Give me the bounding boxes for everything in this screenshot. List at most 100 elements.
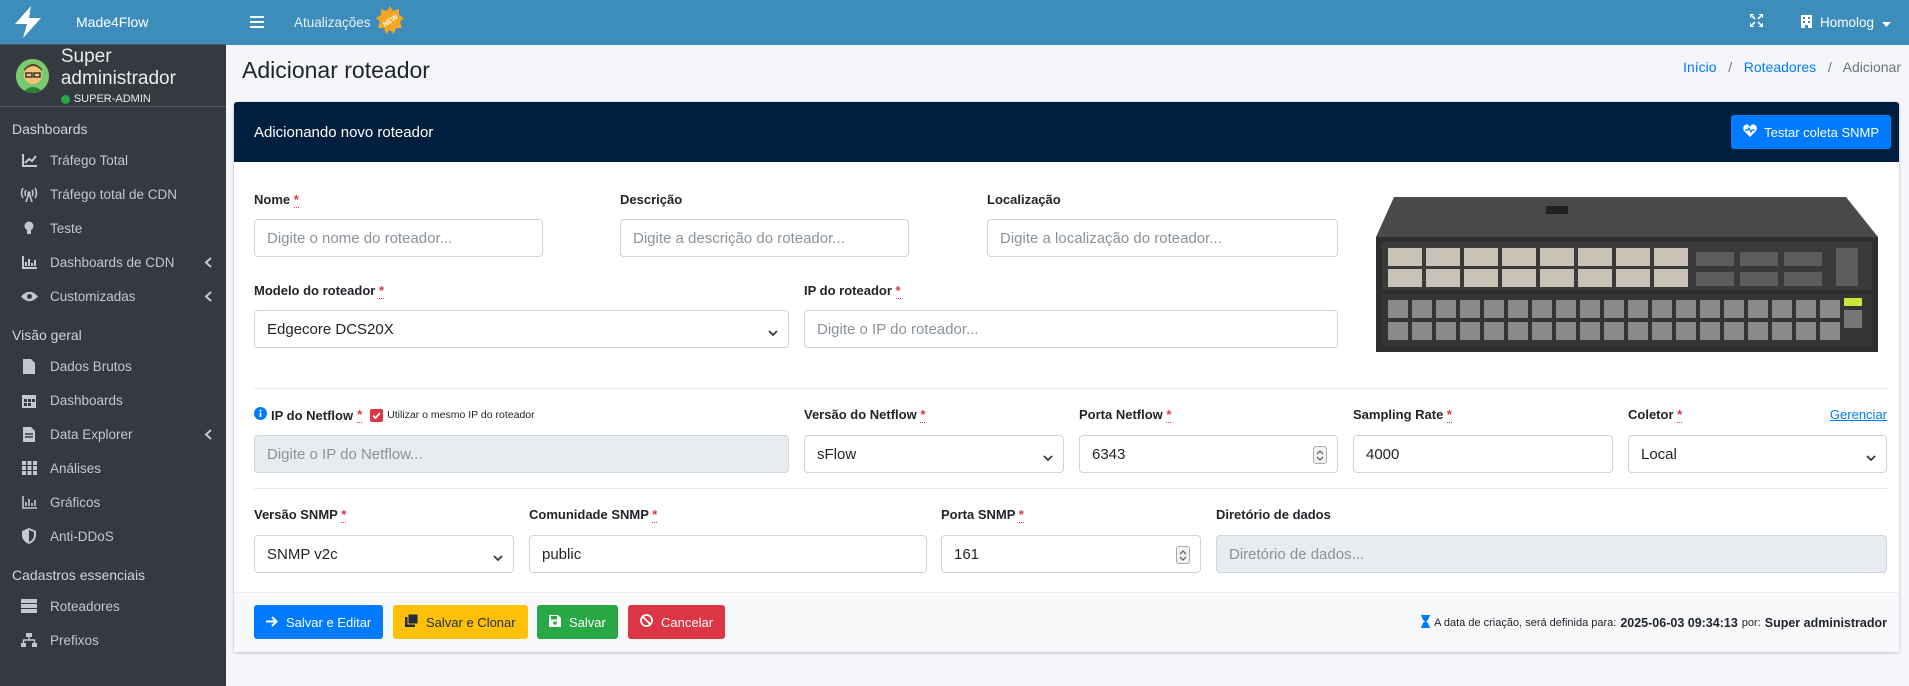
sidebar-item-label: Data Explorer: [50, 426, 133, 442]
router-image: [1356, 192, 1887, 362]
sidebar-item-customizadas[interactable]: Customizadas: [0, 279, 226, 313]
creation-by-text: por:: [1741, 617, 1761, 629]
snmp-port-label-text: Porta SNMP: [941, 507, 1016, 522]
sidebar-item-graficos[interactable]: Gráficos: [0, 485, 226, 519]
sidebar: Made4Flow Super administrador SUPER-ADMI…: [0, 0, 226, 686]
creation-datetime: 2025-06-03 09:34:13: [1620, 616, 1738, 630]
number-spinner-icon[interactable]: [1176, 546, 1190, 564]
chart-line-icon: [20, 151, 38, 169]
th-icon: [20, 459, 38, 477]
collector-select[interactable]: Local: [1628, 435, 1887, 473]
sidebar-item-label: Gráficos: [50, 494, 101, 510]
same-ip-checkbox[interactable]: [370, 408, 384, 422]
router-form-card: Adicionando novo roteador Testar coleta …: [234, 102, 1899, 652]
name-input[interactable]: Digite o nome do roteador...: [254, 219, 543, 257]
location-input[interactable]: Digite a localização do roteador...: [987, 219, 1338, 257]
sidebar-item-dashboards[interactable]: Dashboards: [0, 383, 226, 417]
required-mark: *: [293, 192, 299, 208]
sampling-label: Sampling Rate *: [1353, 407, 1452, 423]
sidebar-item-prefixos[interactable]: Prefixos: [0, 623, 226, 657]
netflow-port-label-text: Porta Netflow: [1079, 407, 1163, 422]
brand[interactable]: Made4Flow: [0, 0, 226, 45]
breadcrumb-separator: /: [1720, 59, 1740, 75]
cancel-button[interactable]: Cancelar: [628, 605, 726, 639]
chevron-left-icon: [204, 256, 212, 271]
required-mark: *: [652, 507, 658, 523]
broadcast-tower-icon: [20, 185, 38, 203]
test-snmp-button[interactable]: Testar coleta SNMP: [1731, 115, 1891, 149]
sampling-input[interactable]: 4000: [1353, 435, 1613, 473]
snmp-port-input[interactable]: 161: [941, 535, 1201, 573]
user-role: SUPER-ADMIN: [60, 93, 226, 105]
chevron-down-icon: [1866, 449, 1876, 466]
lightbulb-icon: [20, 219, 38, 237]
model-select[interactable]: Edgecore DCS20X: [254, 310, 789, 348]
brand-logo-icon: [10, 4, 46, 40]
updates-label: Atualizações: [294, 15, 371, 30]
sidebar-item-dashboards-cdn[interactable]: Dashboards de CDN: [0, 245, 226, 279]
sidebar-item-trafego-cdn[interactable]: Tráfego total de CDN: [0, 177, 226, 211]
number-spinner-icon[interactable]: [1313, 446, 1327, 464]
fullscreen-icon[interactable]: [1749, 12, 1764, 32]
snmp-port-value: 161: [954, 545, 980, 563]
netflow-version-select[interactable]: sFlow: [804, 435, 1064, 473]
updates-link[interactable]: Atualizações NEW: [294, 5, 405, 35]
same-ip-checkbox-label[interactable]: Utilizar o mesmo IP do roteador: [387, 409, 534, 421]
ip-label: IP do roteador *: [804, 283, 901, 299]
chart-bar-icon: [20, 493, 38, 511]
avatar[interactable]: [16, 58, 49, 93]
sidebar-item-analises[interactable]: Análises: [0, 451, 226, 485]
netflow-ip-label: IP do Netflow * Utilizar o mesmo IP do r…: [254, 407, 535, 423]
netflow-ip-input[interactable]: Digite o IP do Netflow...: [254, 435, 789, 473]
sidebar-item-label: Análises: [50, 460, 102, 476]
sidebar-item-data-explorer[interactable]: Data Explorer: [0, 417, 226, 451]
ip-input[interactable]: Digite o IP do roteador...: [804, 310, 1338, 348]
save-clone-button[interactable]: Salvar e Clonar: [393, 605, 528, 639]
breadcrumb: Início / Roteadores / Adicionar: [1683, 59, 1901, 75]
arrow-right-icon: [266, 615, 278, 630]
sidebar-item-label: Tráfego Total: [50, 152, 129, 168]
sidebar-item-anti-ddos[interactable]: Anti-DDoS: [0, 519, 226, 553]
sidebar-item-label: Teste: [50, 220, 83, 236]
sidebar-item-roteadores[interactable]: Roteadores: [0, 589, 226, 623]
clone-icon: [405, 613, 419, 630]
required-mark: *: [895, 283, 901, 299]
data-dir-input[interactable]: Diretório de dados...: [1216, 535, 1887, 573]
description-input[interactable]: Digite a descrição do roteador...: [620, 219, 909, 257]
netflow-port-input[interactable]: 6343: [1079, 435, 1338, 473]
required-mark: *: [1677, 407, 1683, 423]
hourglass-icon: [1421, 615, 1431, 631]
sidebar-item-trafego-total[interactable]: Tráfego Total: [0, 143, 226, 177]
environment-dropdown[interactable]: Homolog: [1800, 14, 1891, 31]
save-button[interactable]: Salvar: [537, 605, 618, 639]
sidebar-item-label: Dados Brutos: [50, 358, 132, 374]
sidebar-item-label: Prefixos: [50, 632, 99, 648]
info-circle-icon[interactable]: [254, 407, 267, 423]
sidebar-item-label: Dashboards de CDN: [50, 254, 175, 270]
snmp-community-label-text: Comunidade SNMP: [529, 507, 649, 522]
topbar: Atualizações NEW Homolog: [226, 0, 1909, 45]
sidebar-item-dados-brutos[interactable]: Dados Brutos: [0, 349, 226, 383]
breadcrumb-roteadores[interactable]: Roteadores: [1744, 59, 1816, 75]
sidebar-item-teste[interactable]: Teste: [0, 211, 226, 245]
netflow-version-label-text: Versão do Netflow: [804, 407, 917, 422]
user-name[interactable]: Super administrador: [61, 46, 226, 90]
save-clone-label: Salvar e Clonar: [426, 614, 516, 630]
calendar-icon: [20, 391, 38, 409]
breadcrumb-inicio[interactable]: Início: [1683, 59, 1716, 75]
user-panel[interactable]: Super administrador SUPER-ADMIN: [0, 45, 226, 107]
server-icon: [20, 597, 38, 615]
chevron-down-icon: [493, 549, 503, 566]
required-mark: *: [1018, 507, 1024, 523]
card-header: Adicionando novo roteador Testar coleta …: [234, 102, 1899, 162]
snmp-community-input[interactable]: public: [529, 535, 927, 573]
snmp-version-select[interactable]: SNMP v2c: [254, 535, 514, 573]
chevron-left-icon: [204, 428, 212, 443]
hamburger-menu-icon[interactable]: [250, 13, 264, 33]
model-label-text: Modelo do roteador: [254, 283, 376, 298]
manage-collector-link[interactable]: Gerenciar: [1830, 407, 1887, 422]
save-edit-button[interactable]: Salvar e Editar: [254, 605, 384, 639]
building-icon: [1800, 14, 1812, 31]
snmp-version-label-text: Versão SNMP: [254, 507, 338, 522]
netflow-version-label: Versão do Netflow *: [804, 407, 926, 423]
